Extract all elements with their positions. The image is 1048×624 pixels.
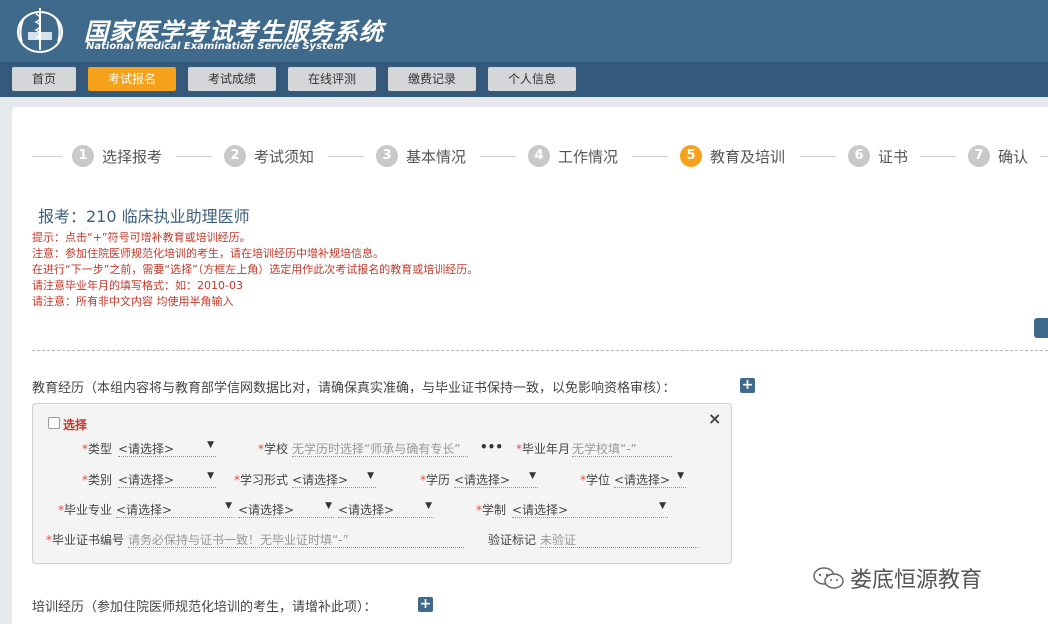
nav-payment-records[interactable]: 缴费记录 [388, 67, 476, 91]
step-5-label: 教育及培训 [710, 148, 786, 166]
add-training-button[interactable]: + [418, 597, 433, 612]
step-connector [800, 156, 836, 157]
step-7-number: 7 [968, 145, 990, 167]
step-connector [32, 156, 62, 157]
education-level-label: *学历 [420, 473, 451, 487]
step-connector [920, 156, 956, 157]
school-input[interactable]: 无学历时选择“师承与确有专长” [292, 440, 468, 457]
step-connector [1040, 156, 1048, 157]
instruction-notes: 提示：点击“+”符号可增补教育或培训经历。 注意：参加住院医师规范化培训的考生，… [32, 230, 478, 310]
type-select[interactable]: <请选择> ▼ [118, 440, 216, 457]
nav-personal-info[interactable]: 个人信息 [488, 67, 576, 91]
study-form-label: *学习形式 [234, 473, 289, 487]
certificate-number-label: *毕业证书编号 [46, 533, 125, 547]
section-divider [32, 350, 1048, 351]
major-label: *毕业专业 [58, 503, 113, 517]
academic-degree-select[interactable]: <请选择> ▼ [614, 471, 686, 488]
note-line: 请注意：所有非中文内容 均使用半角输入 [32, 295, 234, 308]
study-form-select[interactable]: <请选择> ▼ [292, 471, 376, 488]
training-section-label: 培训经历（参加住院医师规范化培训的考生，请增补此项）： [32, 600, 377, 615]
study-duration-label: *学制 [476, 503, 507, 517]
nav-exam-registration[interactable]: 考试报名 [88, 67, 176, 91]
nav-home[interactable]: 首页 [12, 67, 76, 91]
verify-status-value: 未验证 [540, 531, 698, 548]
verify-status-label: 验证标记 [488, 533, 537, 547]
note-line: 请注意毕业年月的填写格式：如：2010-03 [32, 279, 243, 292]
school-label: *学校 [258, 442, 289, 456]
select-checkbox[interactable] [48, 417, 60, 429]
step-3-label: 基本情况 [406, 148, 467, 166]
step-1-label: 选择报考 [102, 148, 163, 166]
category-select[interactable]: <请选择> ▼ [118, 471, 216, 488]
medical-logo-icon [17, 8, 63, 53]
app-header: 国家医学考试考生服务系统 National Medical Examinatio… [0, 0, 1048, 62]
study-duration-select[interactable]: <请选择> ▼ [512, 501, 668, 518]
school-browse-button[interactable]: ••• [480, 440, 503, 454]
step-connector [328, 156, 364, 157]
step-connector [632, 156, 668, 157]
education-section-label: 教育经历（本组内容将与教育部学信网数据比对，请确保真实准确，与毕业证书保持一致，… [32, 381, 676, 396]
step-4-number: 4 [528, 145, 550, 167]
watermark-text: 娄底恒源教育 [850, 568, 983, 593]
note-line: 提示：点击“+”符号可增补教育或培训经历。 [32, 231, 251, 244]
major-select-2[interactable]: <请选择> ▼ [238, 501, 334, 518]
nav-exam-results[interactable]: 考试成绩 [188, 67, 276, 91]
note-line: 在进行“下一步”之前，需要“选择”（方框左上角）选定用作此次考试报名的教育或培训… [32, 263, 479, 276]
step-6-number: 6 [848, 145, 870, 167]
graduation-date-label: *毕业年月 [516, 442, 571, 456]
step-2-label: 考试须知 [254, 148, 315, 166]
step-6-label: 证书 [878, 148, 909, 166]
type-label: *类型 [82, 442, 113, 456]
step-1-number: 1 [72, 145, 94, 167]
wechat-icon [813, 567, 844, 589]
certificate-number-input[interactable]: 请务必保持与证书一致！无毕业证时填“-” [128, 531, 464, 548]
select-checkbox-label[interactable]: 选择 [63, 416, 87, 433]
main-nav: 首页 考试报名 考试成绩 在线评测 缴费记录 个人信息 [0, 62, 1048, 97]
step-4-label: 工作情况 [558, 148, 619, 166]
exam-title: 报考：210 临床执业助理医师 [38, 207, 250, 226]
education-level-select[interactable]: <请选择> ▼ [454, 471, 538, 488]
step-connector [176, 156, 212, 157]
step-2-number: 2 [224, 145, 246, 167]
step-connector [480, 156, 516, 157]
step-5-number: 5 [680, 145, 702, 167]
academic-degree-label: *学位 [580, 473, 611, 487]
category-label: *类别 [82, 473, 113, 487]
close-icon[interactable]: × [708, 409, 721, 428]
app-subtitle: National Medical Examination Service Sys… [86, 41, 345, 52]
side-tab-button[interactable] [1034, 318, 1048, 338]
step-3-number: 3 [376, 145, 398, 167]
graduation-date-input[interactable]: 无学校填“-” [572, 440, 672, 457]
add-education-button[interactable]: + [740, 378, 755, 393]
note-line: 注意：参加住院医师规范化培训的考生，请在培训经历中增补规培信息。 [32, 247, 384, 260]
major-select-3[interactable]: <请选择> ▼ [338, 501, 434, 518]
major-select-1[interactable]: <请选择> ▼ [116, 501, 234, 518]
nav-online-assessment[interactable]: 在线评测 [288, 67, 376, 91]
progress-steps: 1 选择报考 2 考试须知 3 基本情况 4 工作情况 5 教育及培训 6 证书… [0, 143, 1048, 171]
step-7-label: 确认 [998, 148, 1029, 166]
